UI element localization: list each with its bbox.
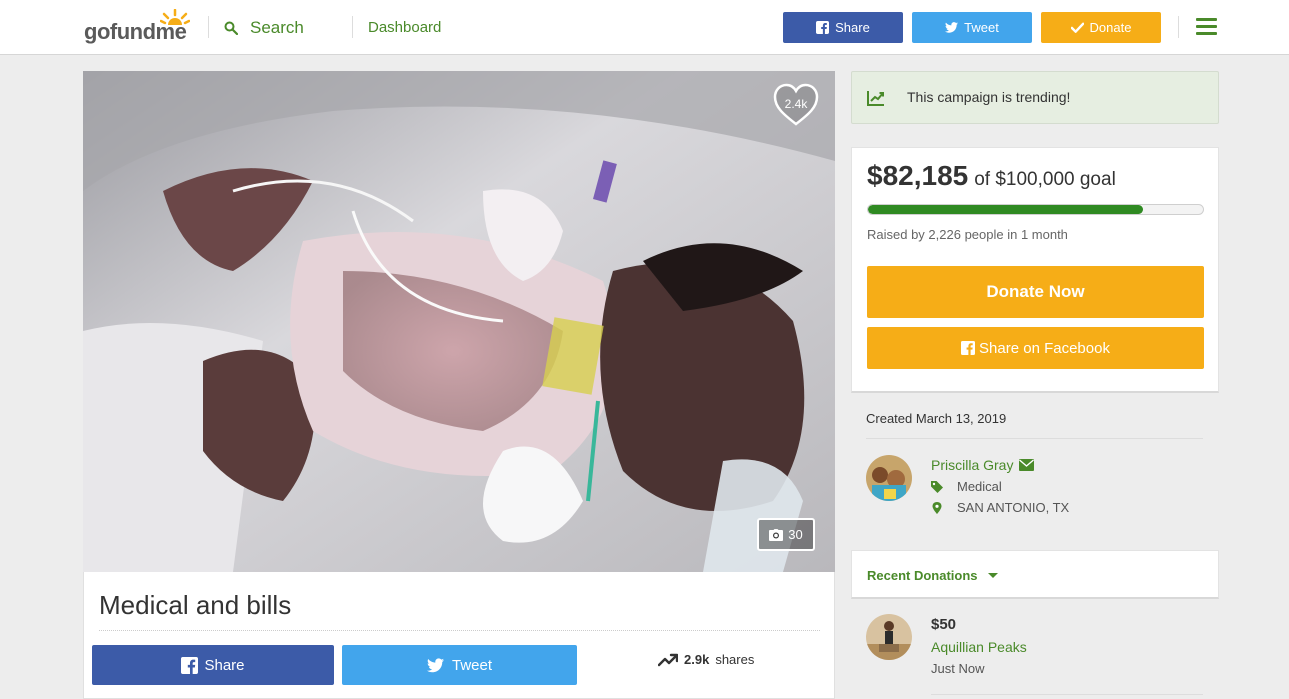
recent-donations-header: Recent Donations — [851, 550, 1219, 599]
map-marker-icon — [932, 501, 942, 514]
campaign-tweet-label: Tweet — [451, 656, 493, 674]
trending-chart-icon — [867, 91, 884, 106]
caret-down-icon — [987, 573, 998, 578]
raised-amount: $82,185 — [867, 160, 969, 191]
location-label: SAN ANTONIO, TX — [957, 500, 1070, 515]
recent-donations-label: Recent Donations — [867, 568, 978, 583]
trending-text: This campaign is trending! — [907, 89, 1071, 105]
progress-bar — [867, 204, 1204, 215]
check-icon — [1070, 22, 1084, 33]
category-label: Medical — [957, 479, 1002, 494]
header-share-label: Share — [835, 20, 870, 35]
header-donate-button[interactable]: Donate — [1041, 12, 1161, 43]
donation-amount: $50 — [931, 616, 957, 633]
camera-icon — [769, 528, 784, 541]
donor-avatar-image — [866, 614, 912, 660]
recent-donations-toggle[interactable]: Recent Donations — [867, 568, 998, 583]
raised-summary: $82,185 of $100,000 goal — [867, 160, 1116, 192]
created-date: Created March 13, 2019 — [866, 411, 1007, 426]
progress-fill — [868, 205, 1143, 214]
header-share-button[interactable]: Share — [783, 12, 903, 43]
twitter-icon — [945, 22, 959, 33]
facebook-icon — [816, 21, 830, 34]
like-heart-button[interactable]: 2.4k — [773, 83, 819, 127]
donation-time: Just Now — [931, 661, 985, 676]
trending-up-icon — [658, 653, 678, 666]
organizer-name: Priscilla Gray — [931, 457, 1014, 473]
hamburger-menu-icon[interactable] — [1196, 18, 1217, 36]
organizer-avatar-image — [866, 455, 912, 501]
campaign-tweet-button[interactable]: Tweet — [342, 645, 577, 685]
facebook-icon — [961, 341, 976, 355]
top-navbar: gofundme Search Dashboard Share Tweet Do… — [0, 0, 1289, 55]
raised-by-text: Raised by 2,226 people in 1 month — [867, 227, 1068, 242]
goal-text: of $100,000 goal — [974, 169, 1116, 190]
twitter-icon — [426, 657, 444, 672]
campaign-hero-image[interactable]: 2.4k 30 — [83, 71, 835, 572]
photo-count-value: 30 — [788, 527, 803, 542]
share-on-facebook-button[interactable]: Share on Facebook — [867, 327, 1204, 369]
donor-avatar — [866, 614, 912, 660]
shares-count: 2.9k shares — [658, 652, 754, 667]
divider — [866, 438, 1203, 439]
donor-name[interactable]: Aquillian Peaks — [931, 639, 1027, 655]
gofundme-logo[interactable]: gofundme — [84, 9, 194, 44]
dashboard-link[interactable]: Dashboard — [368, 19, 441, 36]
search-label: Search — [250, 18, 304, 37]
like-count: 2.4k — [784, 97, 808, 111]
campaign-info-card: Medical and bills Share Tweet 2.9k share… — [83, 572, 835, 699]
header-tweet-label: Tweet — [964, 20, 999, 35]
divider — [99, 630, 820, 631]
donate-now-button[interactable]: Donate Now — [867, 266, 1204, 318]
header-divider — [208, 16, 209, 38]
shares-count-value: 2.9k — [684, 652, 710, 667]
trending-banner: This campaign is trending! — [851, 71, 1219, 124]
organizer-name-link[interactable]: Priscilla Gray — [931, 457, 1035, 473]
header-divider — [352, 16, 353, 38]
logo-text: gofundme — [84, 19, 187, 44]
header-donate-label: Donate — [1089, 20, 1132, 35]
location-row: SAN ANTONIO, TX — [931, 500, 1069, 515]
header-divider — [1178, 16, 1179, 38]
donation-summary-card: $82,185 of $100,000 goal Raised by 2,226… — [851, 147, 1219, 393]
campaign-title: Medical and bills — [99, 590, 292, 620]
shares-count-label: shares — [715, 652, 755, 667]
divider — [931, 694, 1203, 695]
search-button[interactable]: Search — [224, 15, 304, 41]
search-icon — [224, 21, 238, 35]
facebook-icon — [181, 656, 199, 674]
photo-gallery-button[interactable]: 30 — [757, 518, 815, 551]
category-row: Medical — [931, 479, 1002, 494]
header-tweet-button[interactable]: Tweet — [912, 12, 1032, 43]
campaign-share-label: Share — [204, 656, 245, 674]
campaign-photo — [83, 71, 835, 572]
organizer-avatar[interactable] — [866, 455, 912, 501]
envelope-icon[interactable] — [1019, 459, 1035, 471]
campaign-share-button[interactable]: Share — [92, 645, 334, 685]
tag-icon — [931, 480, 943, 493]
share-on-facebook-label: Share on Facebook — [979, 339, 1110, 357]
